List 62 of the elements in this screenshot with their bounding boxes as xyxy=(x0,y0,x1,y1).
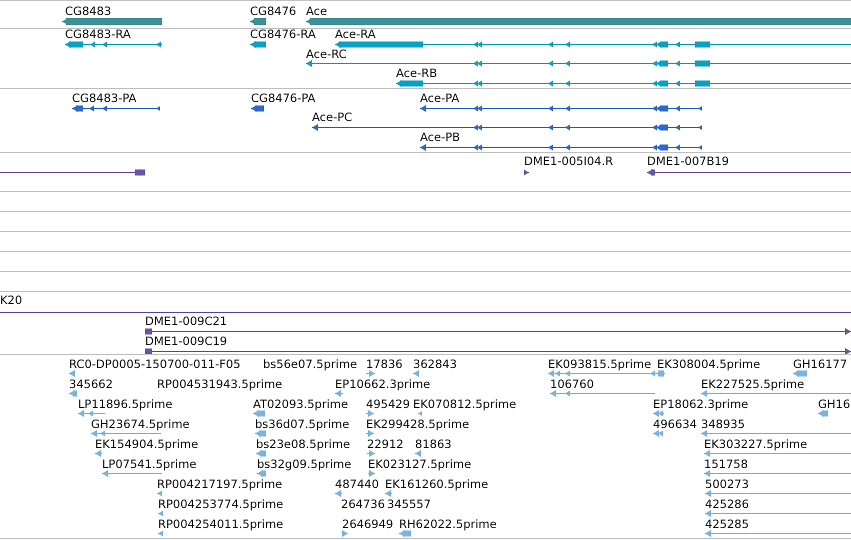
feature-label: 487440 xyxy=(335,477,379,491)
feature-label: CG8476 xyxy=(250,4,296,18)
feature-label: EK023127.5prime xyxy=(368,457,472,471)
feature-label: EK154904.5prime xyxy=(95,437,198,451)
feature-label: RC0-DP0005-150700-011-F05 xyxy=(69,357,241,371)
feature-label: RH62022.5prime xyxy=(399,517,497,531)
feature-label: CG8483-PA xyxy=(72,91,136,105)
feature-label: 345662 xyxy=(69,377,113,391)
feature-label: 362843 xyxy=(413,357,457,371)
feature-label: DME1-009C19 xyxy=(145,334,228,348)
feature-label: EK161260.5prime xyxy=(385,477,488,491)
feature-label: GH23674.5prime xyxy=(91,417,190,431)
feature-label: LP07541.5prime xyxy=(102,457,196,471)
feature-label: 264736 xyxy=(341,497,385,511)
feature-label: 2646949 xyxy=(342,517,394,531)
feature-label: 425285 xyxy=(705,517,749,531)
feature-label: bs23e08.5prime xyxy=(256,437,350,451)
feature-label: Ace-RC xyxy=(306,47,347,61)
feature-label: Ace xyxy=(306,4,328,18)
feature-label: 425286 xyxy=(705,497,749,511)
feature-label: 495429 xyxy=(366,397,410,411)
feature-label: DME1-005I04.R xyxy=(524,154,614,168)
feature-label: Ace-PB xyxy=(420,130,460,144)
feature-label: EK299428.5prime xyxy=(366,417,470,431)
feature-label: DME1-007B19 xyxy=(647,154,729,168)
feature-label: bs36d07.5prime xyxy=(255,417,350,431)
feature-label: 345557 xyxy=(387,497,431,511)
feature-label: 22912 xyxy=(367,437,404,451)
feature-label: CG8476-RA xyxy=(250,29,316,41)
feature-label: EK308004.5prime xyxy=(657,357,760,371)
feature-label: GH16 xyxy=(818,397,850,411)
feature-label: K20 xyxy=(0,293,22,307)
feature-label: Ace-PC xyxy=(312,110,352,124)
feature-label: RP004217197.5prime xyxy=(157,477,282,491)
feature-label: 17836 xyxy=(366,357,403,371)
feature-label: GH16177 xyxy=(793,357,848,371)
feature-label: EK070812.5prime xyxy=(413,397,516,411)
feature-label: RP004253774.5prime xyxy=(158,497,284,511)
feature-label: EK227525.5prime xyxy=(701,377,804,391)
feature-label: 500273 xyxy=(705,477,749,491)
feature-label: EP10662.3prime xyxy=(335,377,430,391)
feature-label: bs56e07.5prime xyxy=(263,357,358,371)
feature-label: LP11896.5prime xyxy=(78,397,172,411)
feature-label: Ace-RB xyxy=(396,66,438,80)
feature-label: AT02093.5prime xyxy=(253,397,348,411)
feature-label: Ace-RA xyxy=(335,29,376,41)
feature-label: EK093815.5prime xyxy=(548,357,652,371)
feature-label: DME1-009C21 xyxy=(145,314,228,328)
feature-label: CG8476-PA xyxy=(251,91,316,105)
feature-label: 496634 xyxy=(653,417,697,431)
feature-label: CG8483 xyxy=(65,4,112,18)
feature-label: EK303227.5prime xyxy=(704,437,808,451)
feature-label: 106760 xyxy=(550,377,594,391)
feature-label: EP18062.3prime xyxy=(653,397,748,411)
feature-label: RP004531943.5prime xyxy=(157,377,282,391)
feature-label: Ace-PA xyxy=(420,91,460,105)
feature-label: bs32g09.5prime xyxy=(257,457,352,471)
feature-label: 151758 xyxy=(704,457,748,471)
feature-label: CG8483-RA xyxy=(65,29,131,41)
feature-label: RP004254011.5prime xyxy=(158,517,284,531)
feature-label: 348935 xyxy=(701,417,745,431)
feature-label: 81863 xyxy=(415,437,452,451)
